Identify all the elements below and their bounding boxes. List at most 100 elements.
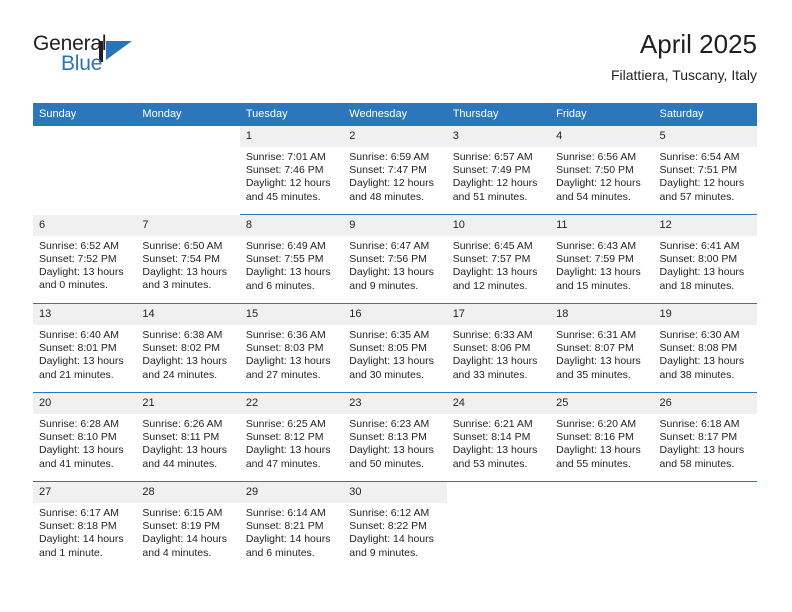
calendar-body: 1 Sunrise: 7:01 AM Sunset: 7:46 PM Daylight… [33,126,757,570]
calendar-cell-day-10[interactable]: 10 Sunrise: 6:45 AM Sunset: 7:57 PM Dayligh… [446,214,551,304]
calendar-cell-day-28[interactable]: 28 Sunrise: 6:15 AM Sunset: 8:19 PM Dayligh… [136,481,240,570]
day-cell: 21 Sunrise: 6:26 AM Sunset: 8:11 PM Dayligh… [136,393,240,481]
daylight-duration-line2: and 41 minutes. [39,457,114,470]
daylight-duration-line2: and 45 minutes. [245,190,321,203]
day-cell: 26 Sunrise: 6:18 AM Sunset: 8:17 PM Dayligh… [653,393,757,481]
calendar-cell-day-24[interactable]: 24 Sunrise: 6:21 AM Sunset: 8:14 PM Dayligh… [446,392,551,482]
daylight-duration-line2: and 18 minutes. [659,279,735,292]
calendar-cell-day-19[interactable]: 19 Sunrise: 6:30 AM Sunset: 8:08 PM Dayligh… [653,303,757,393]
sunset-time: Sunset: 7:49 PM [452,164,531,177]
sunrise-time: Sunrise: 6:36 AM [245,329,326,341]
day-details: Sunrise: 6:36 AM Sunset: 8:03 PM Daylight:… [240,325,343,382]
day-cell: 7 Sunrise: 6:50 AM Sunset: 7:54 PM Daylight… [136,214,240,303]
sunset-time: Sunset: 7:52 PM [39,252,117,265]
daylight-duration-line1: Daylight: 13 hours [349,266,434,279]
sunrise-time: Sunrise: 6:47 AM [349,240,430,252]
sunset-time: Sunset: 8:14 PM [452,431,531,444]
day-details: Sunrise: 6:57 AM Sunset: 7:49 PM Daylight:… [447,147,550,204]
day-details: Sunrise: 6:56 AM Sunset: 7:50 PM Daylight:… [550,147,653,204]
sunrise-time: Sunrise: 6:33 AM [452,329,533,341]
calendar-cell-day-8[interactable]: 8 Sunrise: 6:49 AM Sunset: 7:55 PM Daylight… [239,214,344,304]
day-details: Sunrise: 6:45 AM Sunset: 7:57 PM Daylight:… [447,236,550,293]
calendar-cell-empty [446,481,551,570]
page-title: April 2025 [639,29,757,59]
day-number-placeholder [446,482,551,503]
calendar-cell-day-3[interactable]: 3 Sunrise: 6:57 AM Sunset: 7:49 PM Daylight… [446,126,551,215]
calendar-cell-day-26[interactable]: 26 Sunrise: 6:18 AM Sunset: 8:17 PM Dayligh… [653,392,757,482]
sunrise-time: Sunrise: 6:40 AM [39,329,119,341]
day-number: 9 [343,215,447,236]
day-details: Sunrise: 6:12 AM Sunset: 8:22 PM Daylight:… [343,503,446,560]
calendar-cell-day-5[interactable]: 5 Sunrise: 6:54 AM Sunset: 7:51 PM Daylight… [653,126,757,215]
sunrise-time: Sunrise: 6:12 AM [349,507,430,519]
day-details: Sunrise: 6:52 AM Sunset: 7:52 PM Daylight:… [33,236,136,293]
sunrise-time: Sunrise: 6:35 AM [349,329,430,341]
sunset-time: Sunset: 7:57 PM [452,253,531,266]
calendar-cell-day-1[interactable]: 1 Sunrise: 7:01 AM Sunset: 7:46 PM Daylight… [239,126,344,215]
day-cell: 4 Sunrise: 6:56 AM Sunset: 7:50 PM Daylight… [550,126,654,214]
sunrise-time: Sunrise: 6:38 AM [142,329,223,341]
day-details: Sunrise: 6:41 AM Sunset: 8:00 PM Daylight:… [654,236,757,293]
sunset-time: Sunset: 7:47 PM [349,164,427,177]
day-number: 3 [446,126,551,147]
sunrise-time: Sunrise: 6:30 AM [659,329,740,341]
calendar-header-row: Sunday Monday Tuesday Wednesday Thursday Frid… [33,103,757,126]
day-cell: 14 Sunrise: 6:38 AM Sunset: 8:02 PM Dayligh… [136,304,240,392]
calendar-cell-empty [550,481,654,570]
calendar-cell-day-15[interactable]: 15 Sunrise: 6:36 AM Sunset: 8:03 PM Dayligh… [239,303,344,393]
sunrise-time: Sunrise: 6:43 AM [556,240,637,252]
calendar-cell-day-29[interactable]: 29 Sunrise: 6:14 AM Sunset: 8:21 PM Dayligh… [239,481,344,570]
daylight-duration-line1: Daylight: 13 hours [452,444,538,457]
calendar-table: Sunday Monday Tuesday Wednesday Thursday Frid… [33,103,757,570]
sunrise-time: Sunrise: 6:59 AM [349,151,430,163]
calendar-cell-day-16[interactable]: 16 Sunrise: 6:35 AM Sunset: 8:05 PM Dayligh… [343,303,447,393]
sunset-time: Sunset: 7:59 PM [556,253,634,266]
calendar-cell-day-13[interactable]: 13 Sunrise: 6:40 AM Sunset: 8:01 PM Dayligh… [33,303,137,393]
sunrise-time: Sunrise: 6:41 AM [659,240,740,252]
day-details: Sunrise: 6:15 AM Sunset: 8:19 PM Daylight:… [136,503,239,560]
calendar-week-row: 27 Sunrise: 6:17 AM Sunset: 8:18 PM Dayligh… [33,481,757,570]
weekday-header-tuesday: Tuesday [239,103,344,126]
day-cell: 5 Sunrise: 6:54 AM Sunset: 7:51 PM Daylight… [653,126,757,214]
calendar-cell-day-27[interactable]: 27 Sunrise: 6:17 AM Sunset: 8:18 PM Dayligh… [33,481,137,570]
day-cell: 20 Sunrise: 6:28 AM Sunset: 8:10 PM Dayligh… [33,393,137,481]
calendar-cell-empty [136,126,240,215]
day-details: Sunrise: 6:35 AM Sunset: 8:05 PM Daylight:… [343,325,446,382]
sunset-time: Sunset: 8:00 PM [659,253,738,266]
day-cell: 29 Sunrise: 6:14 AM Sunset: 8:21 PM Dayligh… [239,482,344,570]
calendar-cell-day-7[interactable]: 7 Sunrise: 6:50 AM Sunset: 7:54 PM Daylight… [136,214,240,304]
calendar-cell-day-9[interactable]: 9 Sunrise: 6:47 AM Sunset: 7:56 PM Daylight… [343,214,447,304]
day-number: 24 [446,393,551,414]
calendar-cell-day-22[interactable]: 22 Sunrise: 6:25 AM Sunset: 8:12 PM Dayligh… [239,392,344,482]
calendar-cell-day-11[interactable]: 11 Sunrise: 6:43 AM Sunset: 7:59 PM Dayligh… [550,214,654,304]
day-number-placeholder [33,126,137,147]
day-details: Sunrise: 6:38 AM Sunset: 8:02 PM Daylight:… [136,325,239,382]
daylight-duration-line1: Daylight: 13 hours [142,444,228,457]
calendar-cell-day-23[interactable]: 23 Sunrise: 6:23 AM Sunset: 8:13 PM Dayligh… [343,392,447,482]
calendar-cell-day-14[interactable]: 14 Sunrise: 6:38 AM Sunset: 8:02 PM Dayligh… [136,303,240,393]
sunset-time: Sunset: 8:06 PM [452,342,531,355]
day-cell: 13 Sunrise: 6:40 AM Sunset: 8:01 PM Dayligh… [33,304,137,392]
day-details: Sunrise: 6:40 AM Sunset: 8:01 PM Daylight:… [33,325,136,382]
daylight-duration-line1: Daylight: 12 hours [245,177,331,190]
calendar-cell-day-12[interactable]: 12 Sunrise: 6:41 AM Sunset: 8:00 PM Dayligh… [653,214,757,304]
calendar-cell-day-6[interactable]: 6 Sunrise: 6:52 AM Sunset: 7:52 PM Daylight… [33,214,137,304]
calendar-cell-day-17[interactable]: 17 Sunrise: 6:33 AM Sunset: 8:06 PM Dayligh… [446,303,551,393]
calendar-cell-day-21[interactable]: 21 Sunrise: 6:26 AM Sunset: 8:11 PM Dayligh… [136,392,240,482]
day-cell: 22 Sunrise: 6:25 AM Sunset: 8:12 PM Dayligh… [239,393,344,481]
daylight-duration-line1: Daylight: 13 hours [452,266,538,279]
general-blue-logo[interactable]: General Blue [33,32,153,82]
day-details: Sunrise: 6:59 AM Sunset: 7:47 PM Daylight:… [343,147,446,204]
day-cell: 27 Sunrise: 6:17 AM Sunset: 8:18 PM Dayligh… [33,482,137,570]
calendar-cell-day-18[interactable]: 18 Sunrise: 6:31 AM Sunset: 8:07 PM Dayligh… [550,303,654,393]
calendar-cell-day-20[interactable]: 20 Sunrise: 6:28 AM Sunset: 8:10 PM Dayligh… [33,392,137,482]
calendar-cell-day-2[interactable]: 2 Sunrise: 6:59 AM Sunset: 7:47 PM Daylight… [343,126,447,215]
day-details: Sunrise: 6:33 AM Sunset: 8:06 PM Daylight:… [447,325,550,382]
day-number: 10 [446,215,551,236]
calendar-cell-day-25[interactable]: 25 Sunrise: 6:20 AM Sunset: 8:16 PM Dayligh… [550,392,654,482]
calendar-cell-empty [653,481,757,570]
calendar-cell-day-4[interactable]: 4 Sunrise: 6:56 AM Sunset: 7:50 PM Daylight… [550,126,654,215]
sunset-time: Sunset: 8:16 PM [556,431,634,444]
day-number: 18 [550,304,654,325]
calendar-cell-day-30[interactable]: 30 Sunrise: 6:12 AM Sunset: 8:22 PM Dayligh… [343,481,447,570]
